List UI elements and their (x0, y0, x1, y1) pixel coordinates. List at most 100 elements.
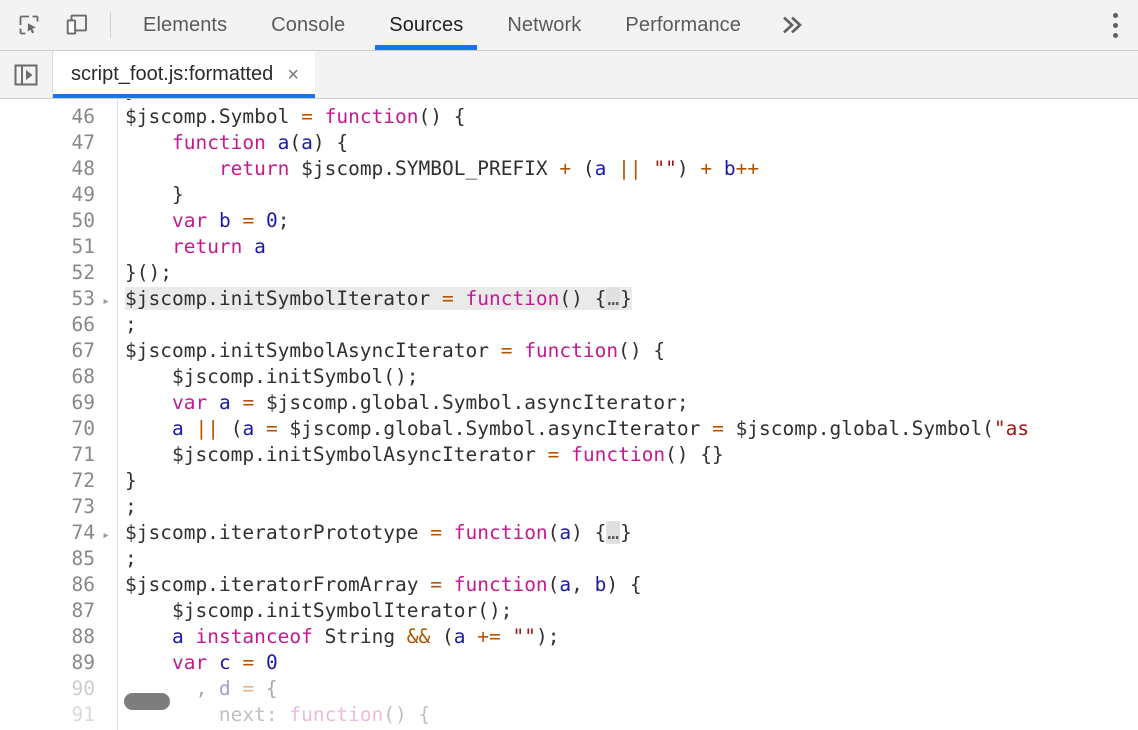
line-number: 86 (0, 572, 95, 598)
code-line: 67 $jscomp.initSymbolAsyncIterator = fun… (0, 338, 1138, 364)
code-line: 51 return a (0, 234, 1138, 260)
file-tab-script-foot[interactable]: script_foot.js:formatted × (53, 51, 315, 98)
line-number: 74 (0, 520, 95, 546)
fold-ellipsis[interactable]: … (606, 287, 620, 310)
line-number: 52 (0, 260, 95, 286)
devtools-toolbar: Elements Console Sources Network Perform… (0, 0, 1138, 51)
line-number: 73 (0, 494, 95, 520)
line-number: 69 (0, 390, 95, 416)
code-line: 88 a instanceof String && (a += ""); (0, 624, 1138, 650)
line-number: 48 (0, 156, 95, 182)
line-number: 89 (0, 650, 95, 676)
code-text: function a(a) { (117, 130, 1138, 156)
code-line: 91 next: function() { (0, 702, 1138, 728)
code-line: 87 $jscomp.initSymbolIterator(); (0, 598, 1138, 624)
code-text: $jscomp.initSymbolAsyncIterator = functi… (117, 338, 1138, 364)
code-text: , d = { (117, 676, 1138, 702)
code-line-folded: 74 ▸ $jscomp.iteratorPrototype = functio… (0, 520, 1138, 546)
file-tabbar: script_foot.js:formatted × (0, 51, 1138, 99)
fold-ellipsis[interactable]: … (606, 521, 620, 544)
code-text: $jscomp.Symbol = function() { (117, 104, 1138, 130)
code-line: 73 ; (0, 494, 1138, 520)
line-number: 87 (0, 598, 95, 624)
code-text: a || (a = $jscomp.global.Symbol.asyncIte… (117, 416, 1138, 442)
line-number: 71 (0, 442, 95, 468)
code-text: $jscomp.initSymbolIterator = function() … (117, 286, 1138, 312)
device-toolbar-icon[interactable] (62, 10, 92, 40)
toolbar-divider (110, 12, 111, 38)
line-number: 49 (0, 182, 95, 208)
line-number: 72 (0, 468, 95, 494)
toolbar-right-group (1091, 0, 1138, 50)
code-text: ; (117, 312, 1138, 338)
code-text: var a = $jscomp.global.Symbol.asyncItera… (117, 390, 1138, 416)
tab-elements-label: Elements (143, 14, 227, 37)
code-text: } (117, 468, 1138, 494)
code-line: 48 return $jscomp.SYMBOL_PREFIX + (a || … (0, 156, 1138, 182)
more-tabs-icon[interactable] (763, 0, 831, 50)
line-number: 88 (0, 624, 95, 650)
tab-network-label: Network (507, 14, 581, 37)
code-line-folded: 53 ▸ $jscomp.initSymbolIterator = functi… (0, 286, 1138, 312)
code-scroll-area: 45 } 46 $jscomp.Symbol = function() { 47… (0, 99, 1138, 728)
line-number: 51 (0, 234, 95, 260)
panel-tab-strip: Elements Console Sources Network Perform… (121, 0, 1091, 50)
code-text: $jscomp.iteratorPrototype = function(a) … (117, 520, 1138, 546)
code-text: return $jscomp.SYMBOL_PREFIX + (a || "")… (117, 156, 1138, 182)
line-number: 91 (0, 702, 95, 728)
close-icon[interactable]: × (287, 65, 299, 85)
inspect-element-icon[interactable] (14, 10, 44, 40)
code-text: var c = 0 (117, 650, 1138, 676)
code-text: $jscomp.initSymbolIterator(); (117, 598, 1138, 624)
code-line: 72 } (0, 468, 1138, 494)
code-line: 52 }(); (0, 260, 1138, 286)
code-line: 90 , d = { (0, 676, 1138, 702)
code-text: var b = 0; (117, 208, 1138, 234)
code-line: 47 function a(a) { (0, 130, 1138, 156)
tab-performance[interactable]: Performance (603, 0, 763, 50)
code-text: next: function() { (117, 702, 1138, 728)
code-text: $jscomp.initSymbolAsyncIterator = functi… (117, 442, 1138, 468)
code-line: 86 $jscomp.iteratorFromArray = function(… (0, 572, 1138, 598)
code-line: 71 $jscomp.initSymbolAsyncIterator = fun… (0, 442, 1138, 468)
code-line: 68 $jscomp.initSymbol(); (0, 364, 1138, 390)
code-text: a instanceof String && (a += ""); (117, 624, 1138, 650)
code-line: 50 var b = 0; (0, 208, 1138, 234)
tab-console[interactable]: Console (249, 0, 367, 50)
line-number: 50 (0, 208, 95, 234)
file-tab-label: script_foot.js:formatted (71, 63, 273, 86)
code-text: return a (117, 234, 1138, 260)
code-line: 69 var a = $jscomp.global.Symbol.asyncIt… (0, 390, 1138, 416)
code-line: 89 var c = 0 (0, 650, 1138, 676)
code-text: ; (117, 546, 1138, 572)
code-text: $jscomp.initSymbol(); (117, 364, 1138, 390)
code-text: $jscomp.iteratorFromArray = function(a, … (117, 572, 1138, 598)
line-number: 47 (0, 130, 95, 156)
line-number: 46 (0, 104, 95, 130)
code-text: }(); (117, 260, 1138, 286)
line-number: 53 (0, 286, 95, 312)
code-line: 70 a || (a = $jscomp.global.Symbol.async… (0, 416, 1138, 442)
tab-console-label: Console (271, 14, 345, 37)
line-number: 66 (0, 312, 95, 338)
code-line: 49 } (0, 182, 1138, 208)
tab-elements[interactable]: Elements (121, 0, 249, 50)
line-number: 67 (0, 338, 95, 364)
tab-network[interactable]: Network (485, 0, 603, 50)
horizontal-scrollbar-thumb[interactable] (124, 693, 170, 710)
tab-performance-label: Performance (625, 14, 741, 37)
code-line: 46 $jscomp.Symbol = function() { (0, 104, 1138, 130)
line-number: 85 (0, 546, 95, 572)
line-number: 68 (0, 364, 95, 390)
toolbar-icon-group (0, 0, 96, 50)
tab-sources-label: Sources (389, 14, 463, 37)
code-line: 85 ; (0, 546, 1138, 572)
code-text: ; (117, 494, 1138, 520)
main-menu-kebab-icon[interactable] (1092, 0, 1138, 51)
source-code-editor[interactable]: 45 } 46 $jscomp.Symbol = function() { 47… (0, 99, 1138, 730)
tab-sources[interactable]: Sources (367, 0, 485, 50)
code-line: 66 ; (0, 312, 1138, 338)
line-number: 70 (0, 416, 95, 442)
show-navigator-icon[interactable] (0, 51, 53, 98)
code-text: } (117, 182, 1138, 208)
